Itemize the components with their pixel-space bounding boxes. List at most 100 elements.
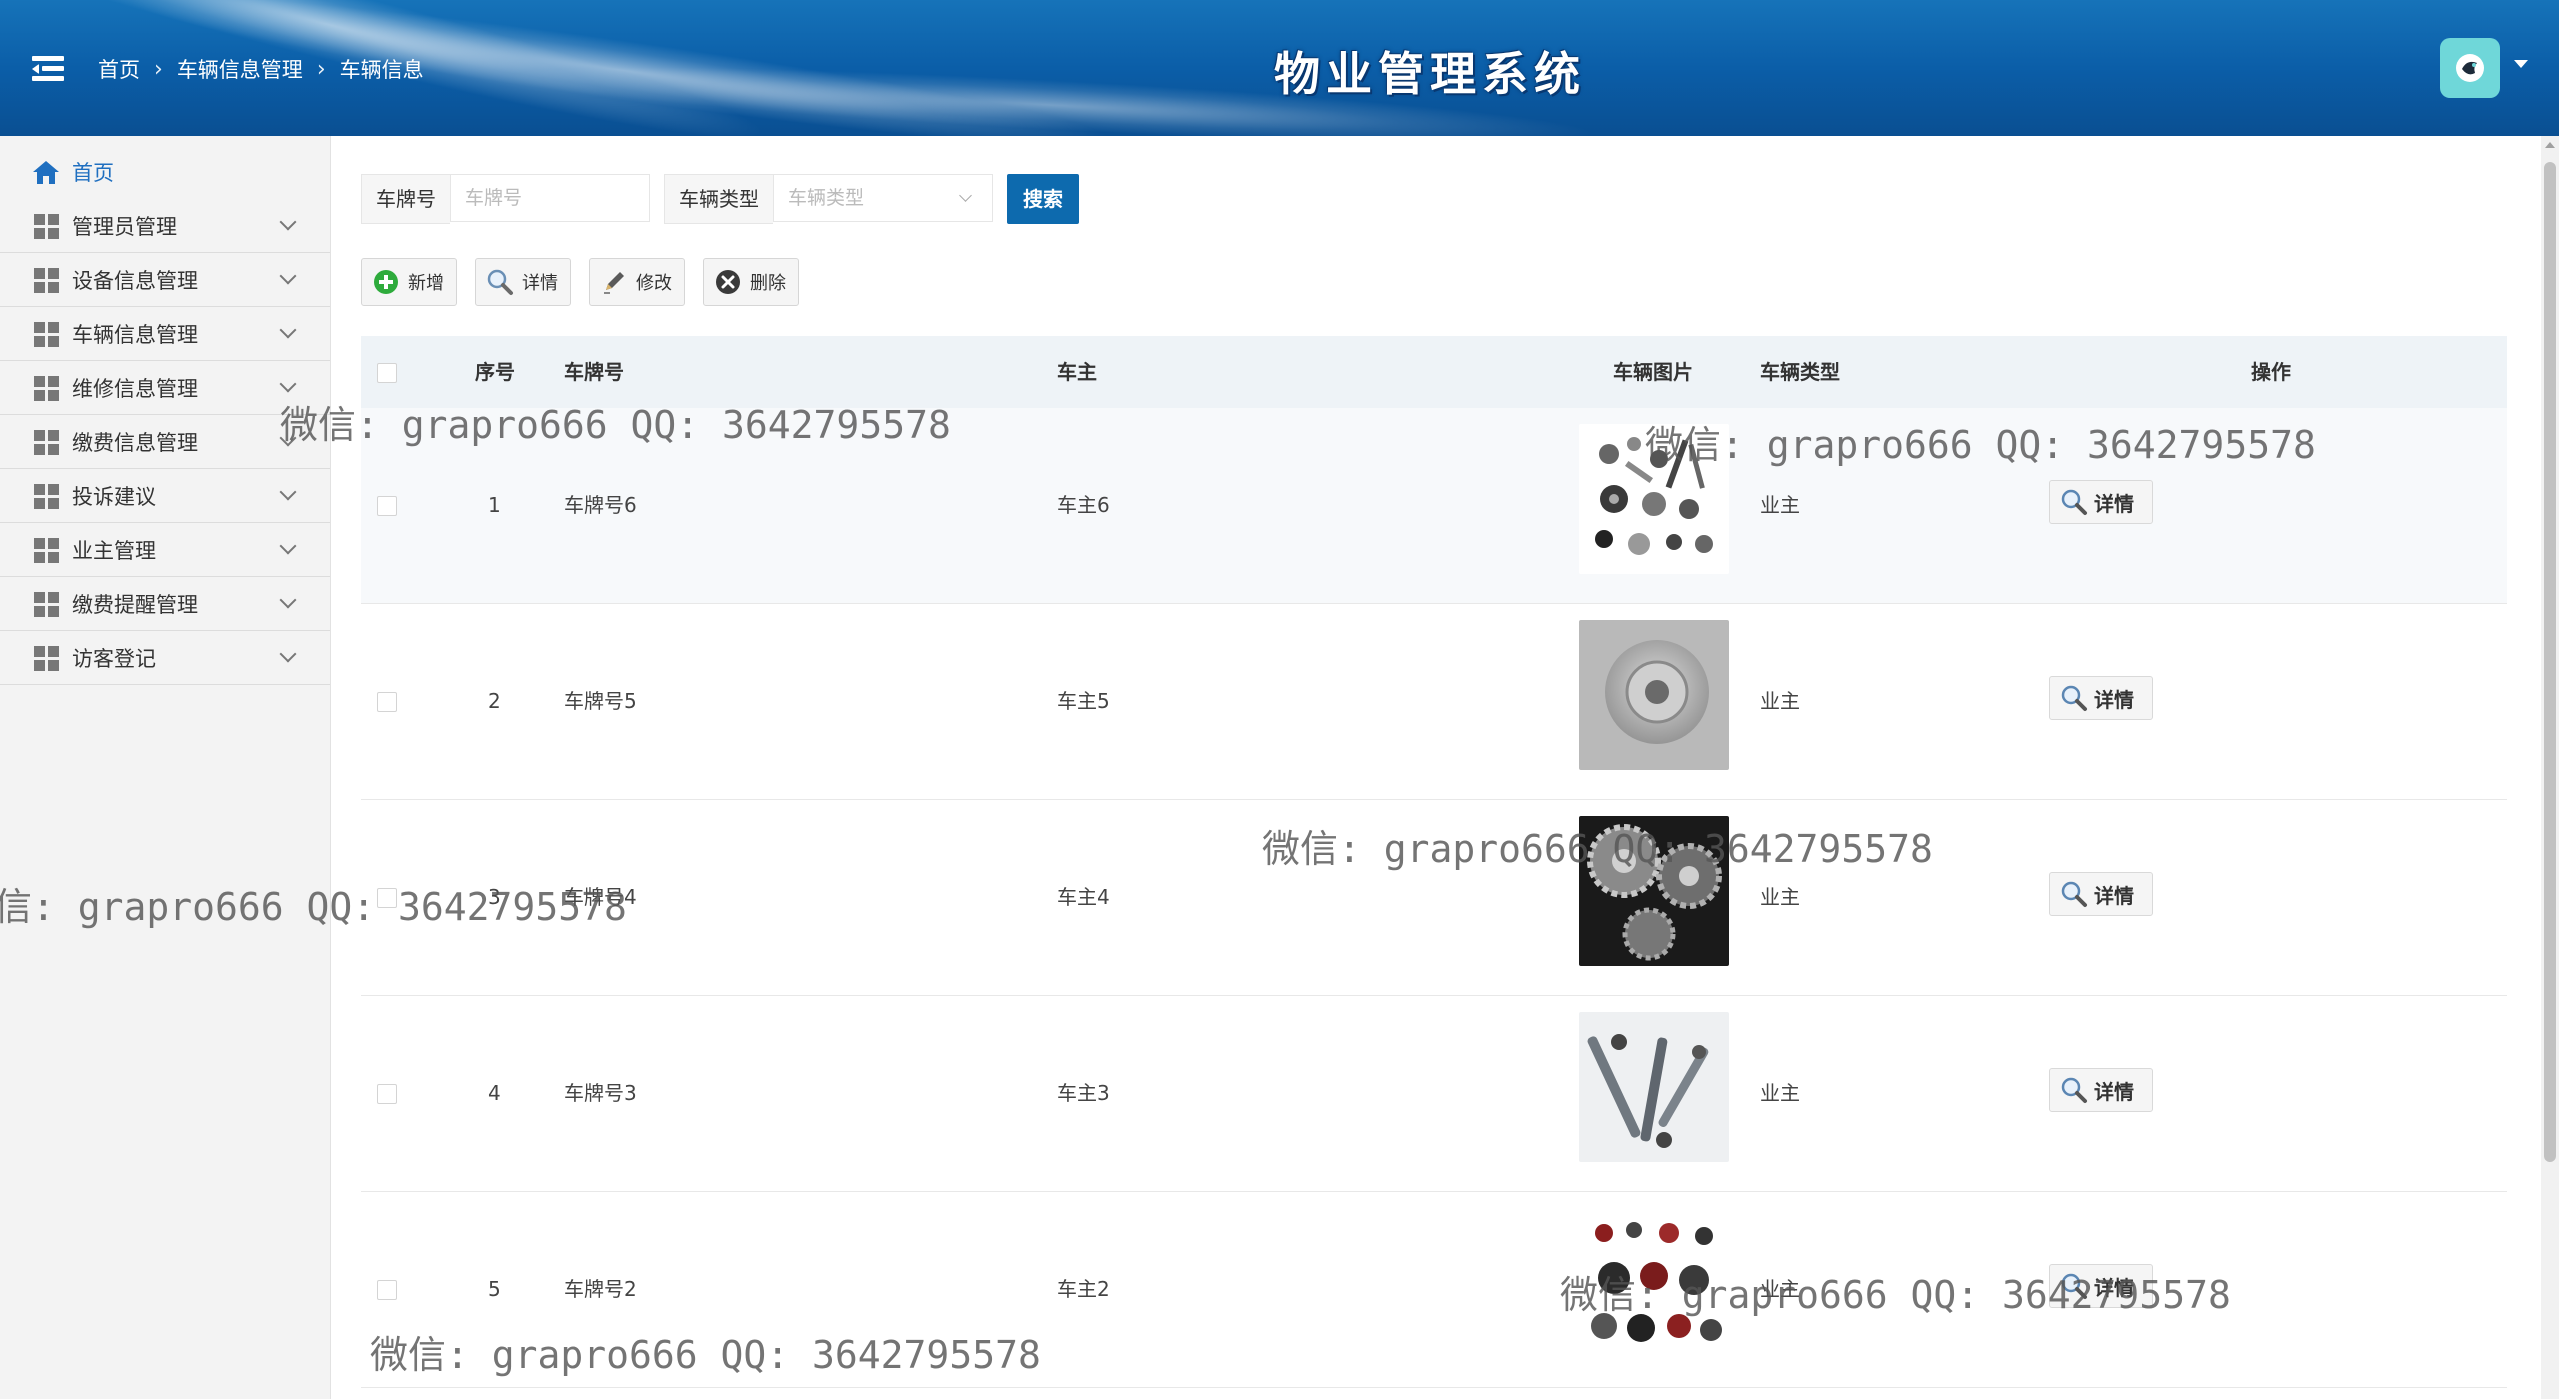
sidebar-item-complaints[interactable]: 投诉建议	[0, 470, 330, 523]
gears-photo	[1579, 816, 1729, 966]
row-checkbox[interactable]	[377, 496, 397, 516]
chevron-down-icon[interactable]	[2514, 60, 2528, 68]
column-plate: 车牌号	[564, 360, 624, 384]
grid-icon	[34, 376, 60, 402]
sidebar-item-payment-reminder[interactable]: 缴费提醒管理	[0, 578, 330, 631]
detail-button[interactable]: 详情	[475, 258, 571, 306]
sidebar-item-label: 管理员管理	[72, 215, 177, 239]
scrollbar-thumb[interactable]	[2544, 162, 2556, 1162]
vehicle-table: 序号 车牌号 车主 车辆图片 车辆类型 操作 1 车牌号6 车主6 业主 详情 …	[361, 336, 2507, 1388]
sidebar: 首页 管理员管理 设备信息管理 车辆信息管理 维修信息管理 缴费信息管理 投诉建…	[0, 136, 331, 1399]
top-header: 首页 › 车辆信息管理 › 车辆信息 物业管理系统	[0, 0, 2559, 136]
row-index: 3	[488, 885, 501, 909]
row-plate: 车牌号3	[564, 1081, 637, 1105]
chevron-down-icon	[279, 321, 297, 339]
sidebar-item-admin[interactable]: 管理员管理	[0, 200, 330, 253]
row-owner: 车主4	[1057, 885, 1110, 909]
home-icon	[33, 161, 59, 184]
edit-button[interactable]: 修改	[589, 258, 685, 306]
sidebar-item-vehicle[interactable]: 车辆信息管理	[0, 308, 330, 361]
row-detail-button[interactable]: 详情	[2049, 1068, 2153, 1112]
row-detail-label: 详情	[2094, 687, 2134, 712]
plus-circle-icon	[374, 270, 398, 294]
row-checkbox[interactable]	[377, 1084, 397, 1104]
sidebar-item-label: 车辆信息管理	[72, 323, 198, 347]
table-row: 2 车牌号5 车主5 业主 详情	[361, 604, 2507, 800]
chevron-right-icon: ›	[154, 56, 163, 82]
plate-label: 车牌号	[361, 174, 450, 224]
chevron-down-icon	[279, 537, 297, 555]
row-detail-button[interactable]: 详情	[2049, 480, 2153, 524]
avatar[interactable]	[2440, 38, 2500, 98]
sidebar-item-home[interactable]: 首页	[0, 146, 330, 198]
vehicle-image	[1579, 816, 1729, 966]
vertical-scrollbar[interactable]	[2541, 136, 2559, 1399]
breadcrumb-home[interactable]: 首页	[98, 54, 140, 84]
search-icon	[2061, 881, 2087, 907]
chevron-down-icon	[959, 189, 972, 202]
sidebar-item-owners[interactable]: 业主管理	[0, 524, 330, 577]
row-checkbox[interactable]	[377, 692, 397, 712]
row-detail-button[interactable]: 详情	[2049, 676, 2153, 720]
chevron-down-icon	[279, 645, 297, 663]
vehicle-type-select[interactable]: 车辆类型	[773, 174, 993, 222]
engine-parts-photo	[1579, 1208, 1729, 1358]
table-row: 3 车牌号4 车主4 业主 详情	[361, 800, 2507, 996]
add-button[interactable]: 新增	[361, 258, 457, 306]
sidebar-item-label: 投诉建议	[72, 485, 156, 509]
breadcrumb-vehicle-management[interactable]: 车辆信息管理	[177, 54, 303, 84]
row-detail-button[interactable]: 详情	[2049, 872, 2153, 916]
table-row: 5 车牌号2 车主2 业主 详情	[361, 1192, 2507, 1388]
sidebar-item-equipment[interactable]: 设备信息管理	[0, 254, 330, 307]
row-detail-label: 详情	[2094, 883, 2134, 908]
sidebar-item-label: 首页	[72, 161, 114, 185]
row-owner: 车主6	[1057, 493, 1110, 517]
row-index: 1	[488, 493, 501, 517]
edit-button-label: 修改	[636, 273, 672, 294]
row-index: 4	[488, 1081, 501, 1105]
search-icon	[2061, 685, 2087, 711]
menu-toggle-icon[interactable]	[32, 56, 64, 82]
row-owner: 车主3	[1057, 1081, 1110, 1105]
sidebar-item-label: 维修信息管理	[72, 377, 198, 401]
sidebar-item-visitors[interactable]: 访客登记	[0, 632, 330, 685]
sidebar-item-label: 访客登记	[72, 647, 156, 671]
row-plate: 车牌号2	[564, 1277, 637, 1301]
chevron-down-icon	[279, 213, 297, 231]
grid-icon	[34, 484, 60, 510]
row-owner: 车主5	[1057, 689, 1110, 713]
row-owner: 车主2	[1057, 1277, 1110, 1301]
row-type: 业主	[1760, 1277, 1800, 1301]
detail-button-label: 详情	[522, 273, 558, 294]
sidebar-item-payment[interactable]: 缴费信息管理	[0, 416, 330, 469]
search-icon	[2061, 489, 2087, 515]
sidebar-item-label: 业主管理	[72, 539, 156, 563]
chevron-down-icon	[279, 375, 297, 393]
vehicle-type-placeholder: 车辆类型	[788, 187, 865, 209]
table-header: 序号 车牌号 车主 车辆图片 车辆类型 操作	[361, 336, 2507, 408]
user-avatar-icon	[2456, 54, 2484, 82]
row-plate: 车牌号5	[564, 689, 637, 713]
grid-icon	[34, 322, 60, 348]
toolbar: 新增 详情 修改 删除	[361, 258, 817, 306]
row-detail-label: 详情	[2094, 1275, 2134, 1300]
row-plate: 车牌号4	[564, 885, 637, 909]
select-all-checkbox[interactable]	[377, 363, 397, 383]
plate-search-input[interactable]	[450, 174, 650, 222]
sidebar-item-repair[interactable]: 维修信息管理	[0, 362, 330, 415]
row-checkbox[interactable]	[377, 888, 397, 908]
row-type: 业主	[1760, 1081, 1800, 1105]
chevron-down-icon	[279, 483, 297, 501]
grid-icon	[34, 646, 60, 672]
delete-button[interactable]: 删除	[703, 258, 799, 306]
breadcrumb: 首页 › 车辆信息管理 › 车辆信息	[98, 52, 424, 86]
scroll-up-icon[interactable]	[2545, 142, 2555, 148]
vehicle-image	[1579, 424, 1729, 574]
chevron-right-icon: ›	[316, 56, 326, 82]
row-type: 业主	[1760, 493, 1800, 517]
search-button[interactable]: 搜索	[1007, 174, 1079, 224]
control-arms-photo	[1579, 1012, 1729, 1162]
row-detail-button[interactable]: 详情	[2049, 1264, 2153, 1308]
row-checkbox[interactable]	[377, 1280, 397, 1300]
column-index: 序号	[475, 360, 515, 384]
